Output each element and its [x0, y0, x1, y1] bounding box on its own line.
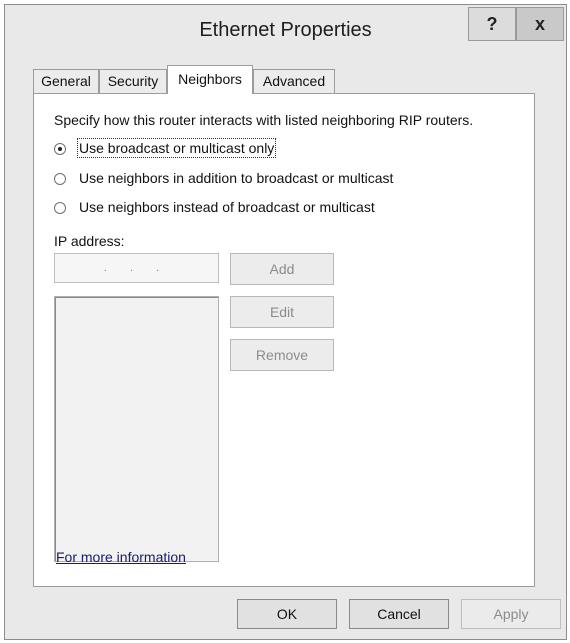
radio-unchecked-icon	[54, 202, 66, 214]
help-button[interactable]: ?	[468, 7, 516, 41]
ip-address-input[interactable]: . . .	[54, 253, 219, 283]
question-mark-icon: ?	[486, 14, 498, 34]
more-information-link[interactable]: For more information	[56, 549, 186, 565]
description-text: Specify how this router interacts with l…	[54, 112, 474, 128]
tab-general[interactable]: General	[33, 69, 99, 93]
ok-button[interactable]: OK	[237, 599, 337, 629]
close-icon: x	[534, 14, 545, 34]
properties-dialog: Ethernet Properties ? x General Security…	[4, 4, 567, 640]
remove-button[interactable]: Remove	[230, 339, 334, 371]
radio-neighbors-in-addition[interactable]: Use neighbors in addition to broadcast o…	[54, 170, 414, 190]
close-button[interactable]: x	[516, 7, 564, 41]
ip-address-label: IP address:	[54, 233, 125, 249]
cancel-button[interactable]: Cancel	[349, 599, 449, 629]
tab-advanced[interactable]: Advanced	[253, 69, 335, 93]
radio-unchecked-icon	[54, 173, 66, 185]
radio-label: Use neighbors in addition to broadcast o…	[79, 170, 394, 186]
tab-neighbors[interactable]: Neighbors	[167, 65, 253, 94]
radio-checked-icon	[54, 143, 66, 155]
radio-broadcast-only[interactable]: Use broadcast or multicast only	[54, 138, 314, 160]
neighbors-listbox[interactable]	[54, 296, 219, 562]
edit-button[interactable]: Edit	[230, 296, 334, 328]
neighbors-panel: Specify how this router interacts with l…	[33, 93, 535, 587]
tab-security[interactable]: Security	[99, 69, 167, 93]
title-bar: Ethernet Properties ? x	[5, 5, 566, 55]
add-button[interactable]: Add	[230, 253, 334, 285]
radio-neighbors-instead[interactable]: Use neighbors instead of broadcast or mu…	[54, 199, 394, 219]
apply-button[interactable]: Apply	[461, 599, 561, 629]
radio-label: Use broadcast or multicast only	[76, 138, 277, 158]
radio-label: Use neighbors instead of broadcast or mu…	[79, 199, 375, 215]
